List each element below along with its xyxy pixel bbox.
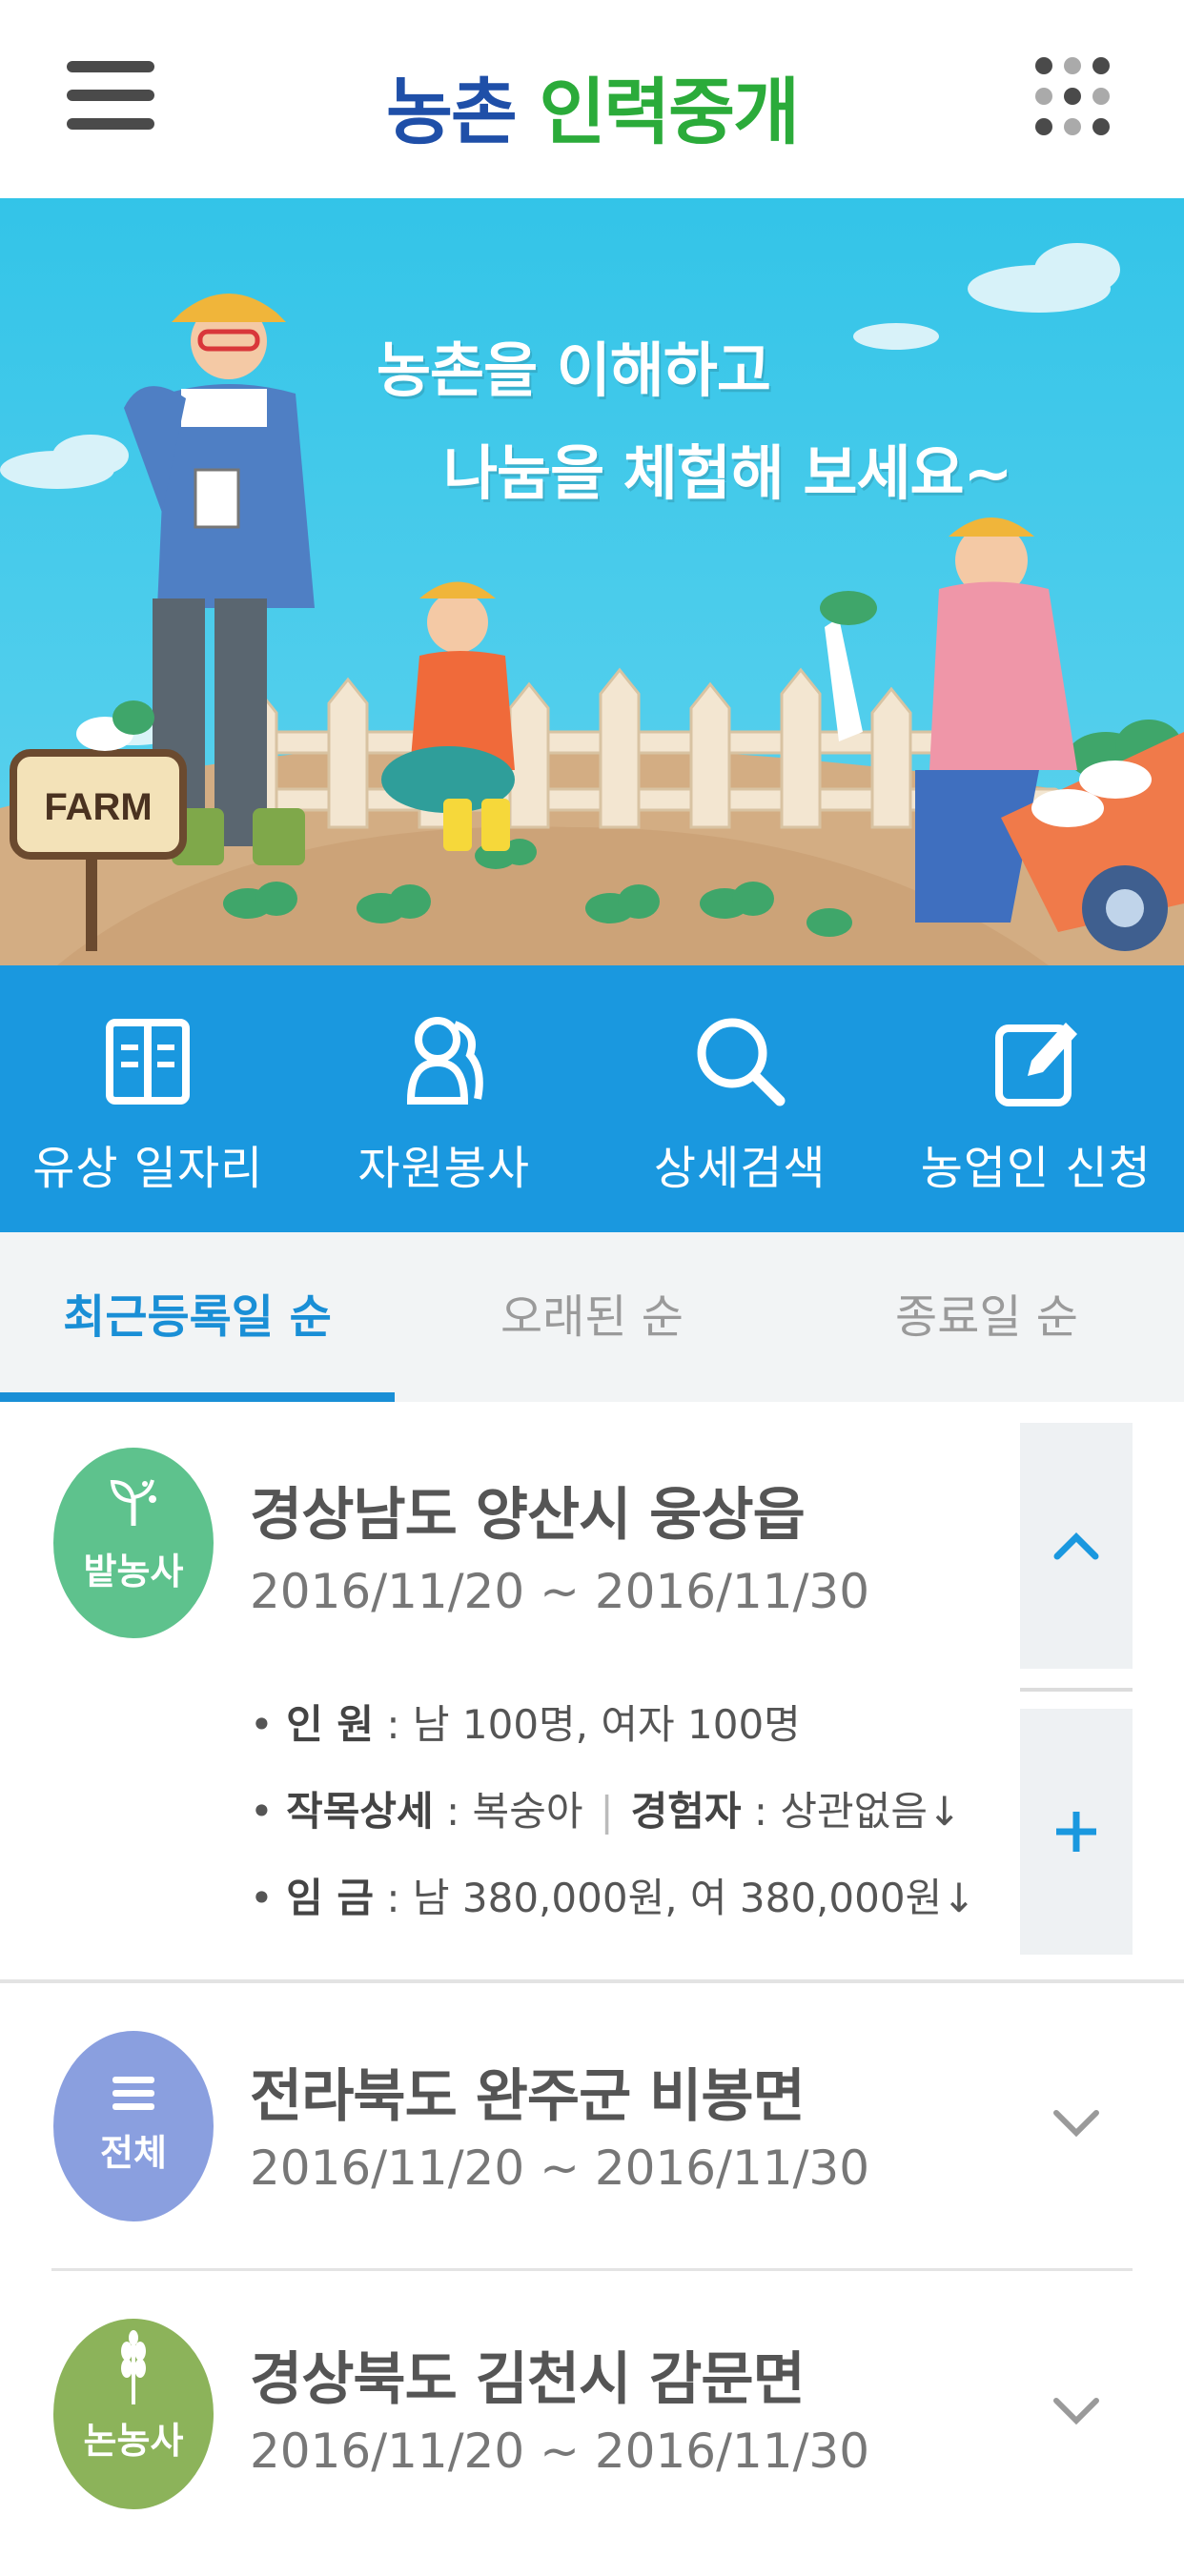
- rice-stalk-icon: [110, 2330, 157, 2406]
- app-logo[interactable]: 농촌 인력중개: [0, 53, 1184, 158]
- plus-icon: [1052, 1808, 1100, 1856]
- expand-button[interactable]: [1051, 2107, 1102, 2143]
- logo-text-part1: 농촌: [386, 70, 516, 154]
- add-button[interactable]: [1020, 1709, 1133, 1955]
- banner-line1: 농촌을 이해하고: [377, 322, 1011, 408]
- detail-label: 경험자: [631, 1788, 742, 1835]
- detail-value: : 남 380,000원, 여 380,000원↓: [386, 1875, 975, 1921]
- list-item[interactable]: 밭농사 경상남도 양산시 웅상읍 2016/11/20 ~ 2016/11/30…: [0, 1402, 1184, 1983]
- category-badge: 전체: [53, 2031, 214, 2221]
- quick-nav-label: 자원봉사: [296, 1130, 593, 1197]
- search-icon: [592, 1008, 888, 1113]
- list-item[interactable]: 전체 전라북도 완주군 비봉면 2016/11/20 ~ 2016/11/30: [51, 1983, 1133, 2271]
- banner-illustration: FARM: [0, 198, 1184, 965]
- detail-value: : 남 100명, 여자 100명: [386, 1701, 800, 1748]
- divider: [1020, 1688, 1133, 1692]
- banner-line2: 나눔을 체험해 보세요~: [443, 425, 1011, 511]
- quick-nav-label: 상세검색: [592, 1130, 888, 1197]
- entry-title: 경상남도 양산시 웅상읍: [250, 1469, 805, 1552]
- book-icon: [0, 1008, 296, 1113]
- separator: |: [600, 1788, 613, 1835]
- entry-date: 2016/11/20 ~ 2016/11/30: [250, 2140, 869, 2196]
- tab-end-date[interactable]: 종료일 순: [789, 1232, 1184, 1402]
- logo-text-part2: 인력중개: [539, 70, 798, 154]
- list-item[interactable]: 논농사 경상북도 김천시 감문면 2016/11/20 ~ 2016/11/30: [51, 2271, 1133, 2576]
- quick-nav-label: 유상 일자리: [0, 1130, 296, 1197]
- quick-nav-farmer-apply[interactable]: 농업인 신청: [888, 965, 1184, 1232]
- tab-oldest[interactable]: 오래된 순: [395, 1232, 789, 1402]
- sprout-icon: [103, 1471, 164, 1531]
- detail-label: 인 원: [286, 1701, 374, 1748]
- detail-value: : 복숭아: [446, 1788, 582, 1835]
- quick-nav: 유상 일자리 자원봉사 상세검색 농업인 신청: [0, 965, 1184, 1232]
- app-header: 농촌 인력중개: [0, 0, 1184, 198]
- detail-wage: • 임 금 : 남 380,000원, 여 380,000원↓: [250, 1866, 975, 1924]
- entry-title: 경상북도 김천시 감문면: [250, 2333, 805, 2416]
- detail-label: 작목상세: [286, 1788, 434, 1835]
- entry-date: 2016/11/20 ~ 2016/11/30: [250, 1564, 869, 1619]
- quick-nav-label: 농업인 신청: [888, 1130, 1184, 1197]
- grid-dots-icon[interactable]: [1035, 57, 1112, 143]
- tab-recent[interactable]: 최근등록일 순: [0, 1232, 395, 1402]
- category-badge: 논농사: [53, 2319, 214, 2509]
- entry-title: 전라북도 완주군 비봉면: [250, 2050, 805, 2133]
- quick-nav-volunteer[interactable]: 자원봉사: [296, 965, 593, 1232]
- quick-nav-detail-search[interactable]: 상세검색: [592, 965, 888, 1232]
- chevron-up-icon: [1053, 1531, 1099, 1560]
- sort-tabs: 최근등록일 순 오래된 순 종료일 순: [0, 1232, 1184, 1402]
- category-badge: 밭농사: [53, 1448, 214, 1638]
- expand-button[interactable]: [1051, 2395, 1102, 2431]
- badge-label: 논농사: [53, 2411, 214, 2464]
- edit-icon: [888, 1008, 1184, 1113]
- badge-label: 밭농사: [53, 1542, 214, 1594]
- quick-nav-paid-jobs[interactable]: 유상 일자리: [0, 965, 296, 1232]
- badge-label: 전체: [53, 2123, 214, 2176]
- job-list: 밭농사 경상남도 양산시 웅상읍 2016/11/20 ~ 2016/11/30…: [0, 1402, 1184, 2576]
- farm-sign-text: FARM: [44, 786, 152, 828]
- banner-headline: 농촌을 이해하고 나눔을 체험해 보세요~: [377, 322, 1011, 511]
- list-icon: [107, 2073, 160, 2115]
- entry-date: 2016/11/20 ~ 2016/11/30: [250, 2424, 869, 2479]
- detail-label: 임 금: [286, 1875, 374, 1921]
- chevron-down-icon: [1051, 2107, 1102, 2140]
- collapse-button[interactable]: [1020, 1423, 1133, 1669]
- detail-crop-experience: • 작목상세 : 복숭아|경험자 : 상관없음↓: [250, 1779, 975, 1837]
- chevron-down-icon: [1051, 2395, 1102, 2427]
- people-icon: [296, 1008, 593, 1113]
- hero-banner[interactable]: FARM 농촌: [0, 198, 1184, 965]
- entry-details: • 인 원 : 남 100명, 여자 100명 • 작목상세 : 복숭아|경험자…: [250, 1693, 975, 1953]
- detail-people: • 인 원 : 남 100명, 여자 100명: [250, 1693, 975, 1751]
- detail-value: : 상관없음↓: [754, 1788, 961, 1835]
